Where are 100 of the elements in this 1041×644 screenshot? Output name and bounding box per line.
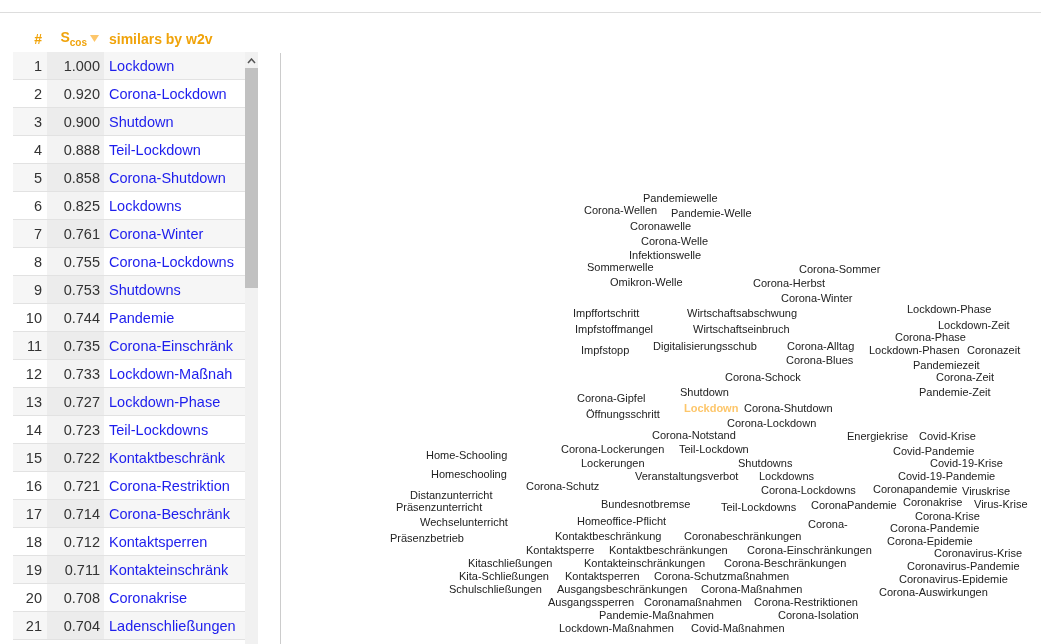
word-label: Corona-Winter xyxy=(781,292,853,304)
word-label: Coronawelle xyxy=(630,220,692,232)
word-link[interactable]: Lockdown-Phase xyxy=(104,393,221,410)
word-link[interactable]: Teil-Lockdowns xyxy=(104,421,209,438)
rank-cell-text: 12 xyxy=(24,365,43,382)
score-cell: 0.711 xyxy=(47,556,104,583)
word-link[interactable]: Lockdown xyxy=(104,57,175,74)
word-label: Infektionswelle xyxy=(629,249,702,261)
score-cell: 0.761 xyxy=(47,220,104,247)
word-label: Kontakteinschränkungen xyxy=(584,557,706,569)
score-cell: 0.900 xyxy=(47,108,104,135)
word-link[interactable]: Corona-Lockdowns xyxy=(104,253,234,270)
score-cell: 0.920 xyxy=(47,80,104,107)
word-label: Pandemie-Maßnahmen xyxy=(599,609,714,621)
word-label: Lockdown-Phase xyxy=(907,303,992,315)
word-label: Corona-Krise xyxy=(915,510,980,522)
word-label: Corona-Alltag xyxy=(787,340,855,352)
word-label: Kontaktbeschränkung xyxy=(555,530,662,542)
word-label: Corona-Sommer xyxy=(799,263,881,275)
rank-cell-text: 1 xyxy=(32,57,43,74)
word-label: Corona- xyxy=(808,518,848,530)
score-cell: 1.000 xyxy=(47,52,104,79)
rank-cell-text: 11 xyxy=(25,337,43,354)
word-label: Wechselunterricht xyxy=(420,516,508,528)
word-label: Pandemie-Zeit xyxy=(919,386,991,398)
word-link[interactable]: Corona-Lockdown xyxy=(104,85,227,102)
rank-cell-text: 13 xyxy=(24,393,43,410)
score-cell: 0.744 xyxy=(47,304,104,331)
word-label: Coronavirus-Krise xyxy=(934,547,1023,559)
sort-descending-icon[interactable] xyxy=(90,35,99,42)
word-link[interactable]: Ladenschließungen xyxy=(104,617,236,634)
word-label: Pandemie-Welle xyxy=(671,207,752,219)
word-label: Coronavirus-Pandemie xyxy=(907,560,1020,572)
rank-cell-text: 9 xyxy=(32,281,43,298)
word-label: Corona-Wellen xyxy=(584,204,658,216)
query-word-label: Lockdown xyxy=(684,402,739,414)
word-link[interactable]: Corona-Restriktion xyxy=(104,477,230,494)
word-label: Lockdown-Phasen xyxy=(869,344,960,356)
word-link[interactable]: Teil-Lockdown xyxy=(104,141,201,158)
score-cell: 0.727 xyxy=(47,388,104,415)
word-label: Corona-Lockdown xyxy=(727,417,817,429)
word-link[interactable]: Shutdown xyxy=(104,113,174,130)
word-link[interactable]: Corona-Shutdown xyxy=(104,169,226,186)
rank-cell-text: 5 xyxy=(32,169,43,186)
word-link[interactable]: Corona-Winter xyxy=(104,225,204,242)
word-label: Energiekrise xyxy=(847,430,909,442)
score-cell: 0.714 xyxy=(47,500,104,527)
word-label: Coronapandemie xyxy=(873,483,958,495)
score-cell: 0.722 xyxy=(47,444,104,471)
word-label: Lockdowns xyxy=(759,470,815,482)
word-label: Virus-Krise xyxy=(974,498,1028,510)
word-label: Covid-19-Pandemie xyxy=(898,470,996,482)
word-link[interactable]: Coronakrise xyxy=(104,589,188,606)
rank-cell-text: 7 xyxy=(32,225,43,242)
scroll-up-icon[interactable] xyxy=(247,58,256,64)
word-label: Ausgangsbeschränkungen xyxy=(557,583,688,595)
word-label: Kontaktsperren xyxy=(565,570,640,582)
rank-cell-text: 3 xyxy=(32,113,43,130)
word-label: Corona-Phase xyxy=(895,331,966,343)
word-label: Coronavirus-Epidemie xyxy=(899,573,1008,585)
word-label: Viruskrise xyxy=(962,485,1011,497)
word-link[interactable]: Shutdowns xyxy=(104,281,181,298)
word-link[interactable]: Pandemie xyxy=(104,309,175,326)
word-label: Digitalisierungsschub xyxy=(653,340,757,352)
word-label: Lockerungen xyxy=(581,457,645,469)
word-label: Teil-Lockdown xyxy=(679,443,749,455)
rank-cell-text: 16 xyxy=(24,477,43,494)
word-link[interactable]: Kontaktbeschränk xyxy=(104,449,226,466)
rank-cell-text: 18 xyxy=(24,533,43,550)
rank-cell-text: 17 xyxy=(24,505,43,522)
score-cell: 0.704 xyxy=(47,612,104,639)
rank-cell-text: 21 xyxy=(24,617,43,634)
rank-cell-text: 6 xyxy=(32,197,43,214)
word-label: Covid-19-Krise xyxy=(930,457,1003,469)
word-link[interactable]: Lockdowns xyxy=(104,197,182,214)
word-link[interactable]: Lockdown-Maßnah xyxy=(104,365,233,382)
word-label: Corona-Restriktionen xyxy=(754,596,858,608)
word-link[interactable]: Kontaktsperren xyxy=(104,533,208,550)
word-label: Corona-Welle xyxy=(641,235,709,247)
score-cell: 0.825 xyxy=(47,192,104,219)
word-label: Teil-Lockdowns xyxy=(721,501,797,513)
word-label: Präsenzbetrieb xyxy=(390,532,464,544)
rank-cell-text: 20 xyxy=(24,589,43,606)
word-label: Bundesnotbremse xyxy=(601,498,691,510)
word-link[interactable]: Corona-Einschränk xyxy=(104,337,234,354)
score-cell: 0.753 xyxy=(47,276,104,303)
word-label: Kitaschließungen xyxy=(468,557,553,569)
word-label: Home-Schooling xyxy=(426,449,508,461)
word-label: Corona-Schutzmaßnahmen xyxy=(654,570,790,582)
word-label: Corona-Blues xyxy=(786,354,854,366)
word-label: Lockdown-Zeit xyxy=(938,319,1010,331)
word-label: Corona-Schutz xyxy=(526,480,600,492)
scrollbar[interactable] xyxy=(245,52,258,644)
scrollbar-thumb[interactable] xyxy=(245,68,258,288)
word-link[interactable]: Corona-Beschränk xyxy=(104,505,230,522)
word-label: Corona-Zeit xyxy=(936,371,995,383)
word-label: Coronakrise xyxy=(903,496,963,508)
word-label: Impfstoffmangel xyxy=(575,323,654,335)
word-label: CoronaPandemie xyxy=(811,499,897,511)
word-link[interactable]: Kontakteinschränk xyxy=(104,561,229,578)
